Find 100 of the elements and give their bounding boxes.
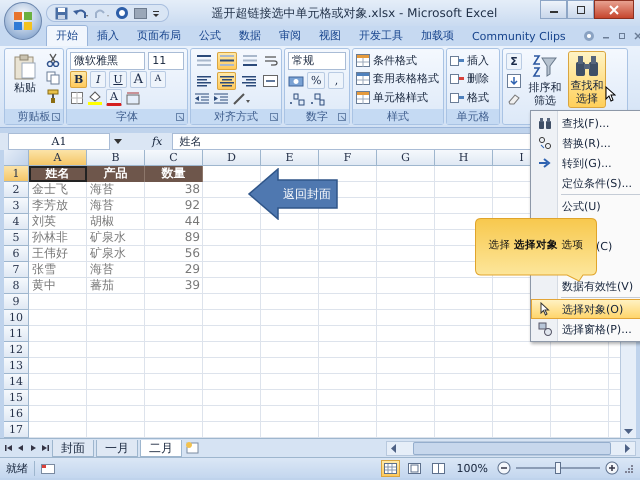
scroll-right-icon[interactable] <box>625 444 631 452</box>
increase-indent-icon[interactable] <box>213 92 229 106</box>
menu-item[interactable]: 选择对象(O) <box>531 299 640 319</box>
zoom-out-icon[interactable] <box>497 461 511 475</box>
column-header[interactable]: G <box>377 150 435 166</box>
row-header[interactable]: 15 <box>4 390 29 406</box>
sheet-tab[interactable]: 封面 <box>52 440 94 456</box>
percent-button[interactable]: % <box>307 72 326 90</box>
menu-item[interactable]: 选择窗格(P)... <box>531 319 640 339</box>
menu-item[interactable]: 公式(U) <box>531 196 640 216</box>
sort-filter-button[interactable]: 排序和筛选 <box>526 51 564 110</box>
ribbon-tab[interactable]: 审阅 <box>270 26 310 46</box>
ribbon-tab[interactable]: 开发工具 <box>350 26 412 46</box>
insert-function-button[interactable]: fx <box>146 135 168 148</box>
ribbon-tab[interactable]: 插入 <box>88 26 128 46</box>
last-sheet-icon[interactable] <box>40 443 50 453</box>
horizontal-align-button[interactable] <box>216 72 236 90</box>
row-header[interactable]: 5 <box>4 230 29 246</box>
zoom-slider-thumb[interactable] <box>555 462 561 474</box>
ribbon-tab[interactable]: 数据 <box>230 26 270 46</box>
find-select-button[interactable]: 查找和选择 <box>568 51 606 108</box>
close-icon[interactable] <box>632 31 640 41</box>
style-button[interactable]: 套用表格格式 <box>356 71 440 86</box>
dialog-launcher-icon[interactable] <box>338 113 346 121</box>
row-header[interactable]: 16 <box>4 406 29 422</box>
name-box[interactable]: A1 <box>8 133 110 150</box>
sheet-tab[interactable]: 一月 <box>96 440 138 456</box>
ribbon-tab[interactable]: 开始 <box>46 25 88 46</box>
font-format-button[interactable]: A <box>130 70 147 88</box>
ribbon-tab[interactable]: 页面布局 <box>128 26 190 46</box>
row-header[interactable]: 17 <box>4 422 29 438</box>
first-sheet-icon[interactable] <box>4 443 14 453</box>
brush-icon[interactable] <box>46 89 60 103</box>
cells-button[interactable]: 插入 <box>450 52 496 68</box>
ribbon-tab[interactable]: 公式 <box>190 26 230 46</box>
ribbon-tab[interactable]: Community Clips <box>463 28 575 46</box>
column-header[interactable]: F <box>319 150 377 166</box>
left-arrow-shape[interactable] <box>248 168 338 220</box>
column-header[interactable]: A <box>29 150 87 166</box>
style-button[interactable]: 单元格样式 <box>356 90 440 106</box>
restore-icon[interactable] <box>616 31 627 41</box>
decrease-decimal-icon[interactable] <box>309 92 327 106</box>
horizontal-scrollbar[interactable] <box>386 440 636 456</box>
comma-button[interactable]: , <box>328 72 344 90</box>
dialog-launcher-icon[interactable] <box>52 113 60 121</box>
minimize-button[interactable] <box>540 0 567 19</box>
undo-icon[interactable] <box>73 6 89 20</box>
macro-record-icon[interactable] <box>40 462 56 474</box>
row-header[interactable]: 1 <box>4 166 29 182</box>
dialog-launcher-icon[interactable] <box>176 113 184 121</box>
save-icon[interactable] <box>55 6 68 20</box>
next-sheet-icon[interactable] <box>28 443 38 453</box>
row-header[interactable]: 6 <box>4 246 29 262</box>
cells-button[interactable]: 格式 <box>450 90 496 106</box>
autosum-button[interactable]: Σ <box>506 53 522 70</box>
ribbon-tab[interactable]: 加载项 <box>412 26 463 46</box>
wrap-text-icon[interactable] <box>263 54 278 68</box>
zoom-level[interactable]: 100% <box>452 462 492 474</box>
form-icon[interactable] <box>134 6 147 20</box>
increase-decimal-icon[interactable] <box>288 92 306 106</box>
scroll-left-icon[interactable] <box>391 444 397 452</box>
merge-cells-icon[interactable] <box>262 74 278 88</box>
currency-icon[interactable] <box>288 74 304 88</box>
border-icon[interactable] <box>70 90 84 105</box>
scroll-down-icon[interactable] <box>624 429 633 435</box>
scrollbar-thumb[interactable] <box>413 442 611 454</box>
style-button[interactable]: 条件格式 <box>356 52 440 68</box>
row-header[interactable]: 9 <box>4 294 29 310</box>
column-header[interactable]: E <box>261 150 319 166</box>
eraser-icon[interactable] <box>507 92 521 106</box>
column-header[interactable]: C <box>145 150 203 166</box>
phonetic-icon[interactable] <box>125 90 141 105</box>
resize-grip-icon[interactable] <box>624 462 634 474</box>
help-icon[interactable] <box>582 30 595 42</box>
row-header[interactable]: 3 <box>4 198 29 214</box>
column-header[interactable]: H <box>435 150 493 166</box>
text-orientation-icon[interactable] <box>232 92 252 106</box>
ribbon-tab[interactable]: 视图 <box>310 26 350 46</box>
view-button[interactable] <box>380 460 400 476</box>
maximize-button[interactable] <box>567 0 594 19</box>
column-header[interactable]: D <box>203 150 261 166</box>
font-format-button[interactable]: A <box>150 70 166 88</box>
font-name-field[interactable]: 微软雅黑 <box>70 52 146 70</box>
previous-sheet-icon[interactable] <box>16 443 26 453</box>
scissors-icon[interactable] <box>46 53 60 67</box>
menu-item[interactable]: 数据有效性(V) <box>531 276 640 296</box>
office-button[interactable] <box>4 2 42 40</box>
font-format-button[interactable]: I <box>90 70 106 88</box>
paste-button[interactable]: 粘贴 <box>8 51 42 98</box>
decrease-indent-icon[interactable] <box>194 92 210 106</box>
row-header[interactable]: 8 <box>4 278 29 294</box>
dialog-launcher-icon[interactable] <box>270 113 278 121</box>
copy-icon[interactable] <box>46 71 60 85</box>
circle-icon[interactable] <box>115 6 129 20</box>
font-format-button[interactable]: U <box>109 70 127 88</box>
row-header[interactable]: 12 <box>4 342 29 358</box>
fill-color-icon[interactable] <box>87 90 103 106</box>
column-header[interactable]: B <box>87 150 145 166</box>
row-header[interactable]: 7 <box>4 262 29 278</box>
menu-item[interactable]: 定位条件(S)... <box>531 173 640 193</box>
